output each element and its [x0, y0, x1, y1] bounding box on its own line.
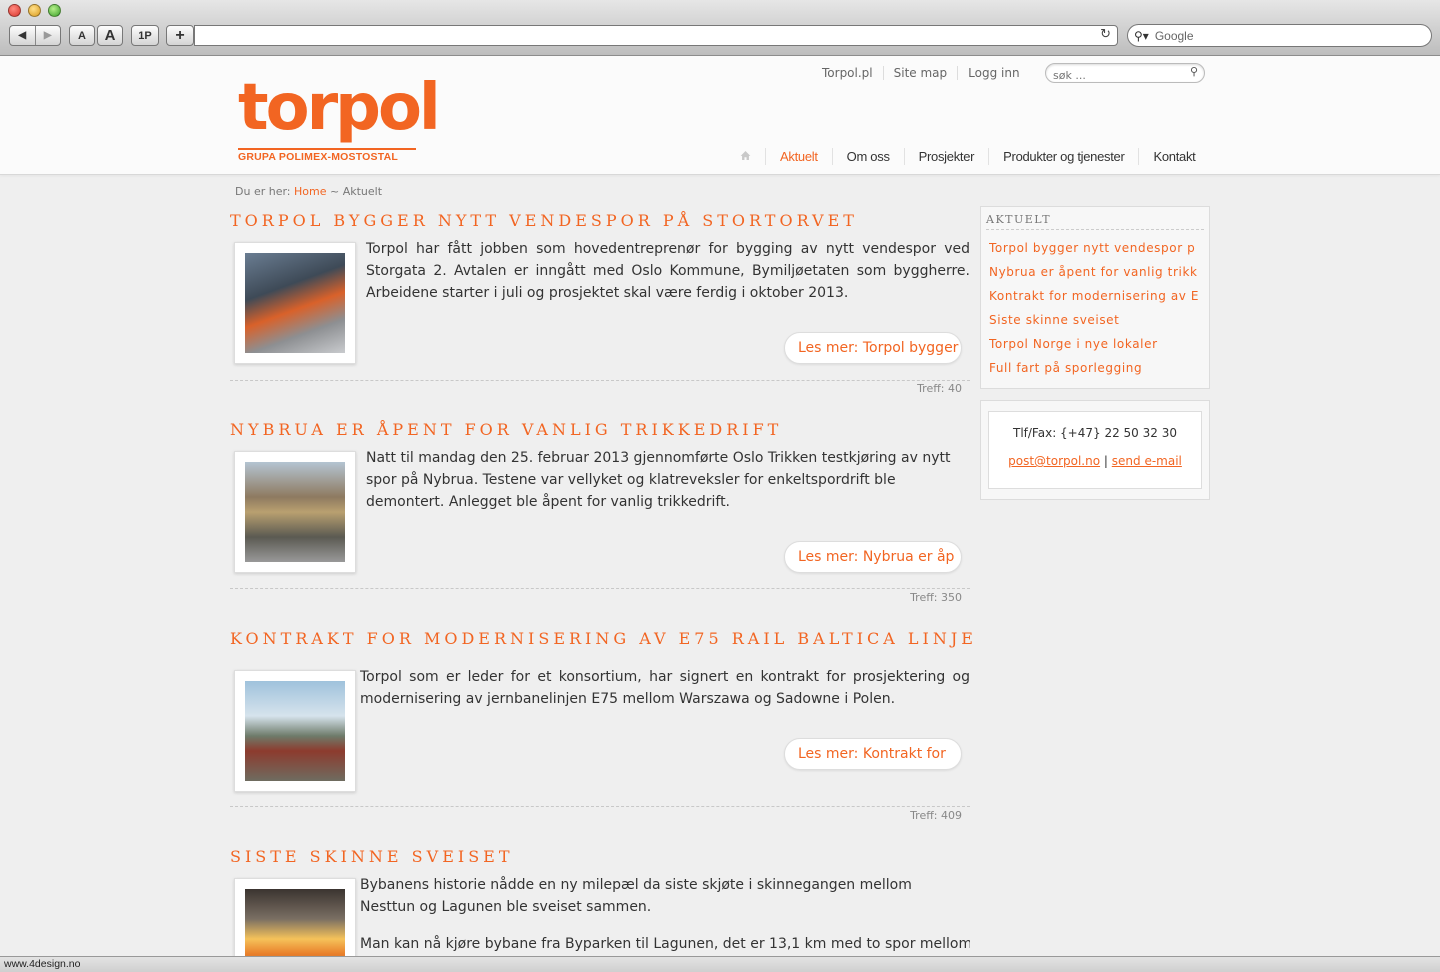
sidebar-news-item[interactable]: Nybrua er åpent for vanlig trikk — [989, 265, 1205, 289]
breadcrumb-home[interactable]: Home — [294, 185, 326, 198]
logo-subtitle: GRUPA POLIMEX-MOSTOSTAL — [238, 151, 398, 163]
status-bar: www.4design.no — [0, 956, 1440, 972]
breadcrumb-prefix: Du er her: — [235, 185, 291, 198]
article-divider — [230, 588, 970, 589]
article: Kontrakt for modernisering av E75 Rail B… — [230, 629, 973, 829]
forward-icon[interactable]: ▶ — [36, 30, 61, 41]
reload-icon[interactable]: ↻ — [1100, 27, 1111, 42]
torpol-logo[interactable]: torpol GRUPA POLIMEX-MOSTOSTAL — [238, 71, 441, 163]
breadcrumb: Du er her: Home ~ Aktuelt — [235, 185, 382, 198]
article-divider — [230, 380, 970, 381]
article: Nybrua er åpent for vanlig trikkedrift N… — [230, 420, 970, 610]
minimize-window-button[interactable] — [28, 4, 41, 17]
search-icon: ⚲▾ — [1134, 28, 1149, 43]
sidebar-news-item[interactable]: Full fart på sporlegging — [989, 361, 1205, 385]
sidebar-news-module: Aktuelt Torpol bygger nytt vendespor p N… — [980, 206, 1210, 389]
browser-search-field[interactable]: ⚲▾ Google — [1127, 24, 1432, 47]
nav-produkter[interactable]: Produkter og tjenester — [989, 148, 1140, 165]
logo-wordmark: torpol — [238, 71, 441, 145]
browser-search-placeholder: Google — [1154, 28, 1194, 43]
article-title[interactable]: Torpol bygger nytt vendespor på Stortorv… — [230, 211, 970, 230]
article-text: Man kan nå kjøre bybane fra Byparken til… — [360, 936, 970, 952]
browser-toolbar: ◀ ▶ A A 1P + ↻ ⚲▾ Google — [0, 0, 1440, 56]
sidebar-news-item[interactable]: Kontrakt for modernisering av E — [989, 289, 1205, 313]
sidebar-contact-module: Tlf/Fax: {+47} 22 50 32 30 post@torpol.n… — [980, 400, 1210, 500]
address-bar[interactable]: ↻ — [194, 25, 1118, 46]
home-icon[interactable] — [726, 148, 766, 165]
article-thumbnail[interactable] — [234, 878, 356, 956]
search-icon[interactable]: ⚲ — [1190, 65, 1198, 78]
contact-links: post@torpol.no | send e-mail — [989, 454, 1201, 468]
article-text: Natt til mandag den 25. februar 2013 gje… — [366, 450, 951, 510]
sidebar-title: Aktuelt — [986, 213, 1052, 226]
top-links: Torpol.pl Site map Logg inn — [812, 66, 1030, 80]
zoom-window-button[interactable] — [48, 4, 61, 17]
contact-separator: | — [1103, 454, 1108, 468]
text-smaller-button[interactable]: A — [69, 25, 95, 46]
nav-aktuelt[interactable]: Aktuelt — [766, 148, 833, 165]
status-url: www.4design.no — [4, 958, 81, 970]
top-link-site-map[interactable]: Site map — [884, 66, 959, 80]
read-more-button[interactable]: Les mer: Torpol bygger — [784, 332, 962, 364]
sidebar-news-list: Torpol bygger nytt vendespor p Nybrua er… — [989, 241, 1205, 385]
hit-count: Treff: 409 — [910, 809, 962, 822]
onepassword-button[interactable]: 1P — [131, 25, 159, 46]
add-bookmark-button[interactable]: + — [166, 25, 194, 46]
hit-count: Treff: 40 — [917, 382, 962, 395]
site-search: ⚲ — [1045, 63, 1205, 85]
nav-om-oss[interactable]: Om oss — [833, 148, 905, 165]
nav-prosjekter[interactable]: Prosjekter — [905, 148, 990, 165]
site-header: torpol GRUPA POLIMEX-MOSTOSTAL Torpol.pl… — [0, 56, 1440, 175]
article: Torpol bygger nytt vendespor på Stortorv… — [230, 211, 970, 401]
site-search-input[interactable] — [1046, 66, 1176, 85]
send-email-link[interactable]: send e-mail — [1112, 454, 1182, 468]
top-link-torpol-pl[interactable]: Torpol.pl — [812, 66, 884, 80]
article-title[interactable]: Siste skinne sveiset — [230, 847, 970, 866]
article-divider — [230, 806, 970, 807]
logo-rule — [238, 148, 416, 150]
article-text: Bybanens historie nådde en ny milepæl da… — [360, 877, 912, 915]
article-thumbnail[interactable] — [234, 451, 356, 573]
nav-kontakt[interactable]: Kontakt — [1139, 148, 1209, 165]
article-title[interactable]: Kontrakt for modernisering av E75 Rail B… — [230, 629, 973, 648]
contact-box: Tlf/Fax: {+47} 22 50 32 30 post@torpol.n… — [988, 411, 1202, 489]
email-link[interactable]: post@torpol.no — [1008, 454, 1100, 468]
back-icon[interactable]: ◀ — [10, 30, 35, 41]
sidebar-news-item[interactable]: Torpol bygger nytt vendespor p — [989, 241, 1205, 265]
article-thumbnail[interactable] — [234, 670, 356, 792]
sidebar-news-item[interactable]: Torpol Norge i nye lokaler — [989, 337, 1205, 361]
main-navigation: Aktuelt Om oss Prosjekter Produkter og t… — [726, 148, 1209, 165]
close-window-button[interactable] — [8, 4, 21, 17]
top-link-login[interactable]: Logg inn — [958, 66, 1029, 80]
sidebar-rule — [986, 229, 1204, 230]
back-forward-buttons: ◀ ▶ — [9, 25, 61, 46]
article-thumbnail[interactable] — [234, 242, 356, 364]
article-title[interactable]: Nybrua er åpent for vanlig trikkedrift — [230, 420, 970, 439]
article: Siste skinne sveiset Bybanens historie n… — [230, 847, 970, 956]
article-text: Torpol har fått jobben som hovedentrepre… — [366, 241, 970, 301]
breadcrumb-current: ~ Aktuelt — [329, 185, 383, 198]
read-more-button[interactable]: Les mer: Kontrakt for — [784, 738, 962, 770]
article-text: Torpol som er leder for et konsortium, h… — [360, 669, 970, 707]
read-more-button[interactable]: Les mer: Nybrua er åp — [784, 541, 962, 573]
text-bigger-button[interactable]: A — [97, 25, 123, 46]
sidebar-news-item[interactable]: Siste skinne sveiset — [989, 313, 1205, 337]
contact-phone: Tlf/Fax: {+47} 22 50 32 30 — [1013, 426, 1177, 440]
hit-count: Treff: 350 — [910, 591, 962, 604]
